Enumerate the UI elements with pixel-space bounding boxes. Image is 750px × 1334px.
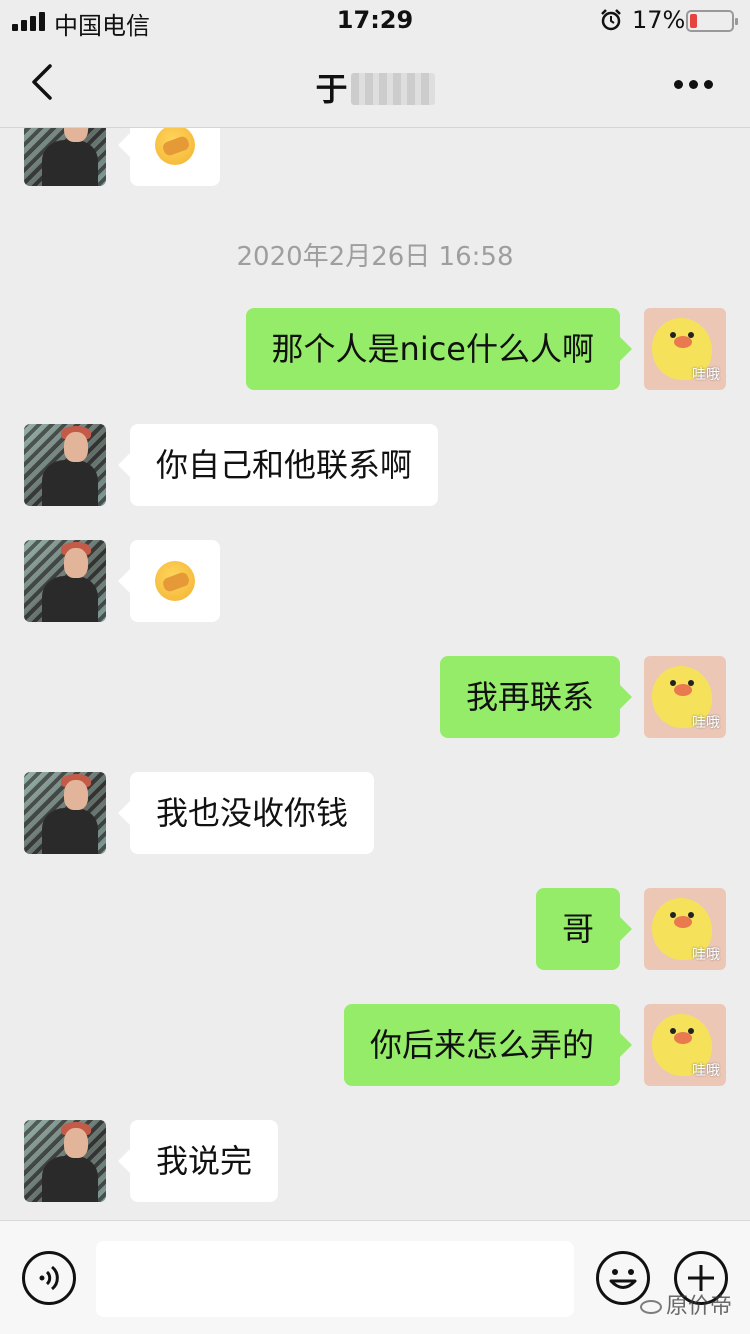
contact-avatar[interactable] xyxy=(24,772,106,854)
contact-avatar[interactable] xyxy=(24,1120,106,1202)
message-bubble-self[interactable]: 哥 xyxy=(535,888,633,970)
watermark: 原价帝 xyxy=(640,1288,732,1320)
watermark-text: 原价帝 xyxy=(666,1294,733,1319)
avatar-caption: 哇哦 xyxy=(692,367,720,383)
contact-avatar[interactable] xyxy=(24,128,106,186)
avatar-caption: 哇哦 xyxy=(692,947,720,963)
my-avatar[interactable]: 哇哦 xyxy=(644,308,726,390)
message-bubble-other[interactable]: 你自己和他联系啊 xyxy=(117,424,439,506)
message-list[interactable]: 2020年2月26日 16:58 哇哦 那个人是nice什么人啊 你自己和他联系… xyxy=(0,128,750,1220)
status-bar: 中国电信 17:29 17% xyxy=(0,0,750,40)
facepalm-emoji-icon xyxy=(155,561,195,601)
message-bubble-self[interactable]: 我再联系 xyxy=(439,656,633,738)
avatar-caption: 哇哦 xyxy=(692,1063,720,1079)
message-bubble-other[interactable]: 我说完 xyxy=(117,1120,279,1202)
message-input[interactable] xyxy=(96,1241,574,1317)
avatar-caption: 哇哦 xyxy=(692,715,720,731)
message-bubble-self[interactable]: 你后来怎么弄的 xyxy=(343,1004,633,1086)
wechat-logo-icon xyxy=(640,1300,662,1314)
input-bar xyxy=(0,1220,750,1334)
battery-percent: 17% xyxy=(632,6,686,34)
my-avatar[interactable]: 哇哦 xyxy=(644,888,726,970)
voice-icon[interactable] xyxy=(22,1251,76,1305)
redacted-name-blur xyxy=(350,73,435,105)
alarm-clock-icon xyxy=(601,9,621,31)
my-avatar[interactable]: 哇哦 xyxy=(644,1004,726,1086)
contact-name: 于 xyxy=(315,70,349,108)
message-timestamp: 2020年2月26日 16:58 xyxy=(236,242,514,272)
battery-icon xyxy=(686,10,738,32)
chat-title: 于 xyxy=(0,64,750,110)
message-emoji[interactable] xyxy=(118,540,220,622)
message-bubble-self[interactable]: 那个人是nice什么人啊 xyxy=(245,308,633,390)
contact-avatar[interactable] xyxy=(24,424,106,506)
more-dots-icon[interactable] xyxy=(674,80,714,90)
message-bubble-other[interactable]: 我也没收你钱 xyxy=(117,772,375,854)
contact-avatar[interactable] xyxy=(24,540,106,622)
message-emoji[interactable] xyxy=(118,128,220,186)
my-avatar[interactable]: 哇哦 xyxy=(644,656,726,738)
facepalm-emoji-icon xyxy=(155,128,195,165)
chat-header: 于 xyxy=(0,40,750,128)
battery-level-fill xyxy=(690,14,697,28)
